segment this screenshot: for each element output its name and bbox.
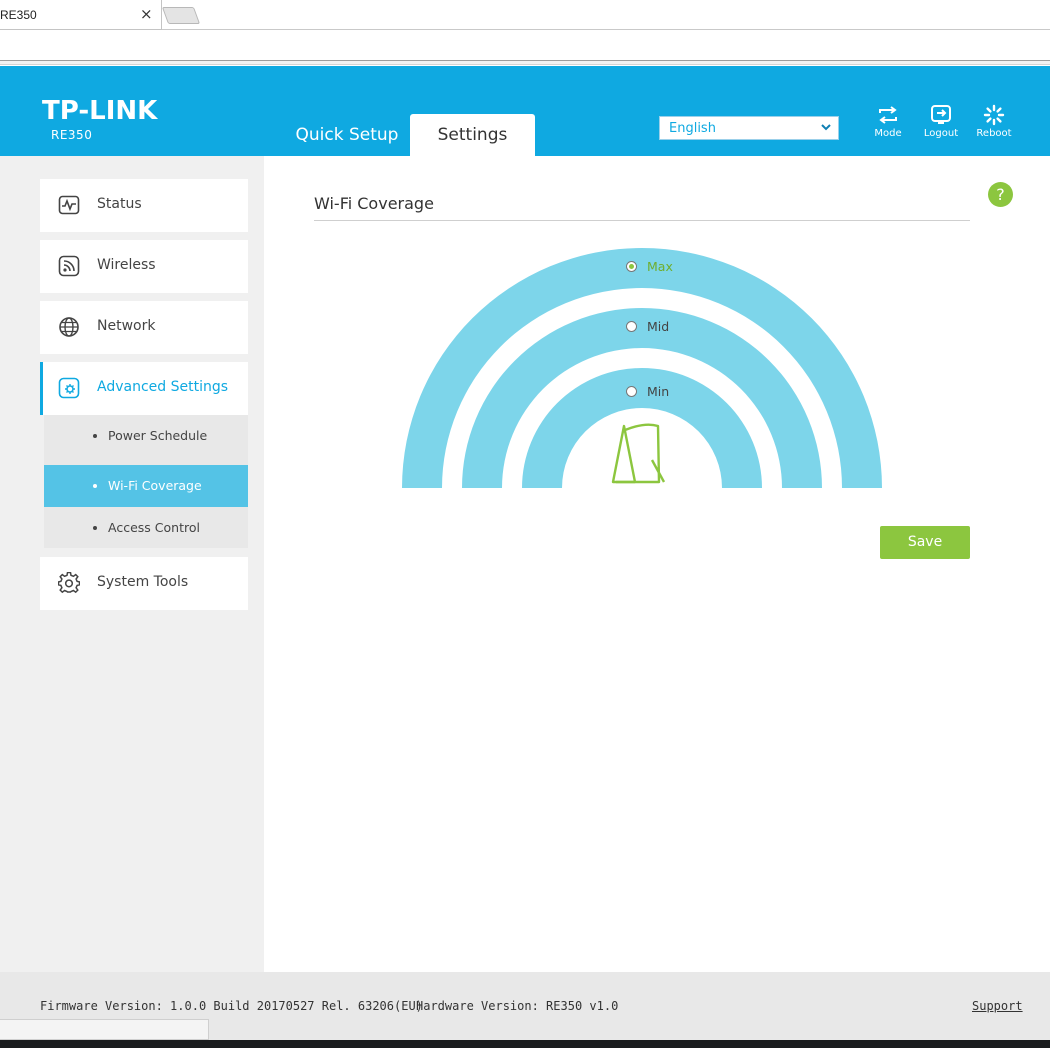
- bullet: [93, 526, 97, 530]
- coverage-graphic: [402, 248, 882, 488]
- main-content: Wi-Fi Coverage ? Max Mid Min Save: [264, 156, 1050, 972]
- hardware-version: Hardware Version: RE350 v1.0: [416, 999, 619, 1013]
- logout-icon: [931, 105, 951, 124]
- app-header: TP-LINK RE350 Quick Setup Settings Engli…: [0, 66, 1050, 156]
- radio-max[interactable]: [626, 261, 637, 272]
- sidebar-item-label: Wireless: [97, 257, 156, 273]
- sidebar-item-label: Advanced Settings: [97, 379, 229, 395]
- browser-toolbar: [0, 31, 1050, 61]
- sidebar-item-advanced-settings[interactable]: Advanced Settings: [40, 362, 248, 415]
- submenu-item-label: Power Schedule: [108, 428, 208, 443]
- advanced-settings-icon: [58, 377, 80, 399]
- sidebar-item-wireless[interactable]: Wireless: [40, 240, 248, 293]
- sidebar-item-network[interactable]: Network: [40, 301, 248, 354]
- firmware-version: Firmware Version: 1.0.0 Build 20170527 R…: [40, 999, 423, 1013]
- wireless-icon: [58, 255, 80, 277]
- tab-settings[interactable]: Settings: [410, 114, 535, 156]
- os-taskbar: [0, 1040, 1050, 1048]
- save-button[interactable]: Save: [880, 526, 970, 559]
- browser-tab-strip: RE350 ×: [0, 0, 1050, 30]
- sidebar-item-label: System Tools: [97, 574, 189, 590]
- sidebar-item-label: Network: [97, 318, 156, 334]
- submenu-item-power-schedule[interactable]: Power Schedule: [44, 415, 248, 457]
- extender-device-icon: [611, 423, 666, 484]
- browser-tab[interactable]: RE350 ×: [0, 0, 162, 30]
- submenu-item-label: Access Control: [108, 520, 200, 535]
- submenu-item-wifi-coverage[interactable]: Wi-Fi Coverage: [44, 465, 248, 507]
- chevron-down-icon: [821, 124, 831, 131]
- language-select[interactable]: English: [659, 116, 839, 140]
- tab-quick-setup[interactable]: Quick Setup: [284, 114, 410, 156]
- sidebar-item-label: Status: [97, 196, 142, 212]
- radio-min[interactable]: [626, 386, 637, 397]
- radio-label-min: Min: [647, 384, 670, 399]
- browser-status-bar: [0, 1019, 209, 1040]
- page-title: Wi-Fi Coverage: [314, 194, 434, 213]
- coverage-arc-min: [522, 368, 762, 488]
- sidebar-item-system-tools[interactable]: System Tools: [40, 557, 248, 610]
- bullet: [93, 434, 97, 438]
- sidebar-item-status[interactable]: Status: [40, 179, 248, 232]
- mode-label: Mode: [874, 128, 902, 139]
- advanced-settings-submenu: Power Schedule Wi-Fi Coverage Access Con…: [44, 415, 248, 548]
- reboot-label: Reboot: [976, 128, 1012, 139]
- submenu-item-label: Wi-Fi Coverage: [108, 478, 202, 493]
- mode-button[interactable]: Mode: [864, 104, 912, 146]
- divider: [314, 220, 970, 221]
- new-tab-button[interactable]: [161, 7, 201, 24]
- network-icon: [59, 317, 79, 337]
- submenu-item-access-control[interactable]: Access Control: [44, 507, 248, 549]
- radio-mid[interactable]: [626, 321, 637, 332]
- system-tools-icon: [58, 572, 80, 594]
- reboot-button[interactable]: Reboot: [970, 104, 1018, 146]
- radio-label-mid: Mid: [647, 319, 670, 334]
- logout-button[interactable]: Logout: [917, 104, 965, 146]
- support-link[interactable]: Support: [972, 999, 1023, 1013]
- reboot-icon: [983, 104, 1005, 126]
- close-icon[interactable]: ×: [140, 5, 153, 23]
- brand-logo: TP-LINK: [42, 96, 158, 126]
- logout-label: Logout: [923, 128, 959, 139]
- browser-tab-title: RE350: [0, 8, 37, 22]
- bullet: [93, 484, 97, 488]
- browser-divider: [0, 61, 1050, 65]
- radio-label-max: Max: [647, 259, 673, 274]
- language-selected: English: [669, 121, 716, 136]
- status-icon: [58, 195, 80, 215]
- model-name: RE350: [51, 128, 93, 142]
- sidebar: Status Wireless Network Advanced Setting…: [0, 156, 264, 972]
- mode-icon: [879, 106, 897, 124]
- help-button[interactable]: ?: [988, 182, 1013, 207]
